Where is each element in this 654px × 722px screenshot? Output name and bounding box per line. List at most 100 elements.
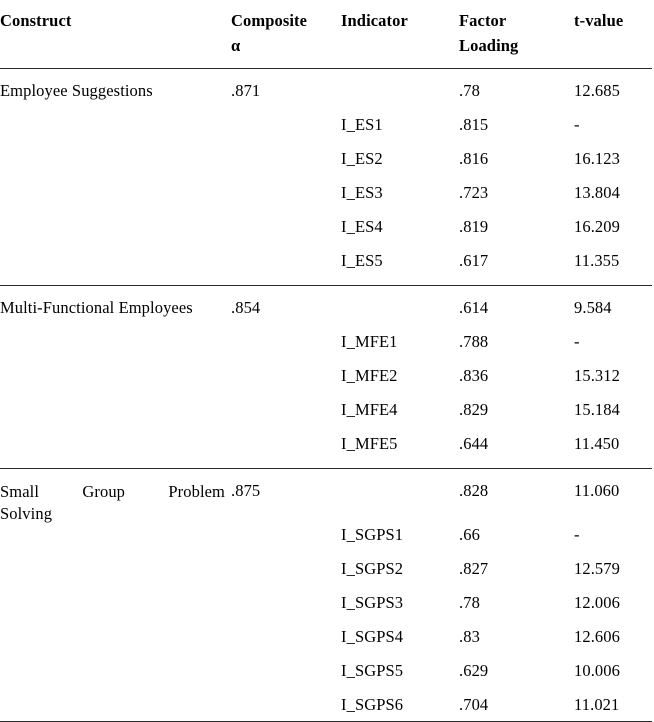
construct-name (0, 593, 231, 627)
factor-loading-value: .827 (459, 559, 489, 578)
construct-name (0, 115, 231, 149)
t-value: 16.123 (574, 149, 620, 168)
indicator-name: I_SGPS1 (341, 525, 404, 544)
indicator-name: I_MFE4 (341, 400, 398, 419)
factor-loading-value: .644 (459, 434, 489, 453)
indicator-name: I_ES1 (341, 115, 383, 134)
indicator-name: I_SGPS4 (341, 627, 404, 646)
column-header-factor-loading-label-line2: Loading (459, 36, 519, 55)
indicator-name: I_SGPS6 (341, 695, 459, 722)
composite-alpha-value (231, 149, 341, 183)
composite-alpha-value (231, 183, 341, 217)
construct-name (0, 661, 231, 695)
factor-loading-value: .815 (459, 115, 489, 134)
factor-loading-value: .83 (459, 627, 480, 646)
t-value: 11.021 (574, 695, 652, 722)
t-value: 10.006 (574, 661, 620, 680)
t-value: 16.209 (574, 217, 620, 236)
table-body: Employee Suggestions .871 .78 12.685 I_E… (0, 69, 652, 722)
column-header-factor-loading-label: Factor (459, 11, 507, 30)
indicator-name: I_ES2 (341, 149, 383, 168)
column-header-construct-label: Construct (0, 11, 72, 30)
composite-alpha-value (231, 695, 341, 722)
table-row: Multi-Functional Employees .854 .614 9.5… (0, 285, 652, 332)
column-header-composite-alpha-label: Composite (231, 11, 308, 30)
indicator-name (341, 285, 459, 332)
column-header-indicator-label: Indicator (341, 11, 408, 30)
t-value: - (574, 332, 580, 351)
table-row: I_ES5 .617 11.355 (0, 251, 652, 286)
indicator-name: I_MFE5 (341, 434, 398, 453)
composite-alpha-value (231, 217, 341, 251)
construct-name (0, 366, 231, 400)
column-header-composite-alpha-label-line2: α (231, 36, 241, 55)
t-value: 12.606 (574, 627, 620, 646)
construct-name: Employee Suggestions (0, 81, 153, 100)
t-value: - (574, 115, 580, 134)
indicator-name: I_MFE2 (341, 366, 398, 385)
column-header-composite-alpha: Composite α (231, 0, 341, 69)
measurement-model-table: Construct Composite α Indicator Factor L… (0, 0, 652, 722)
column-header-t-value: t-value (574, 0, 652, 69)
composite-alpha-value (231, 332, 341, 366)
indicator-name: I_MFE1 (341, 332, 398, 351)
factor-loading-value: .614 (459, 285, 574, 332)
table-row: I_SGPS5 .629 10.006 (0, 661, 652, 695)
indicator-name: I_SGPS5 (341, 661, 404, 680)
construct-name (0, 149, 231, 183)
construct-name (0, 525, 231, 559)
construct-name (0, 217, 231, 251)
factor-loading-value: .66 (459, 525, 480, 544)
construct-name: Multi-Functional Employees (0, 285, 231, 332)
factor-loading-value: .78 (459, 81, 480, 100)
table-row: I_SGPS1 .66 - (0, 525, 652, 559)
table-row: I_ES2 .816 16.123 (0, 149, 652, 183)
factor-loading-value: .78 (459, 593, 480, 612)
construct-name (0, 434, 231, 469)
column-header-construct: Construct (0, 0, 231, 69)
indicator-name: I_ES5 (341, 251, 383, 270)
construct-name (0, 627, 231, 661)
indicator-name: I_ES4 (341, 217, 383, 236)
table-row: I_SGPS6 .704 11.021 (0, 695, 652, 722)
composite-alpha-value: .854 (231, 285, 341, 332)
composite-alpha-value (231, 366, 341, 400)
table-header: Construct Composite α Indicator Factor L… (0, 0, 652, 69)
table-header-row: Construct Composite α Indicator Factor L… (0, 0, 652, 69)
column-header-indicator: Indicator (341, 0, 459, 69)
table-row: Small Group Problem Solving .875 .828 11.… (0, 468, 652, 525)
construct-name (0, 332, 231, 366)
indicator-name (341, 69, 459, 116)
t-value: 11.060 (574, 468, 652, 525)
composite-alpha-value (231, 115, 341, 149)
factor-loading-value: .788 (459, 332, 489, 351)
table-row: I_ES4 .819 16.209 (0, 217, 652, 251)
factor-loading-value: .704 (459, 695, 574, 722)
t-value: 12.579 (574, 559, 620, 578)
table-row: Employee Suggestions .871 .78 12.685 (0, 69, 652, 116)
t-value: 11.450 (574, 434, 620, 453)
construct-name (0, 695, 231, 722)
composite-alpha-value (231, 593, 341, 627)
t-value: 12.006 (574, 593, 620, 612)
t-value: 11.355 (574, 251, 620, 270)
t-value: 15.184 (574, 400, 620, 419)
factor-loading-value: .829 (459, 400, 489, 419)
t-value: 9.584 (574, 285, 652, 332)
factor-loading-value: .816 (459, 149, 489, 168)
table-row: I_MFE2 .836 15.312 (0, 366, 652, 400)
construct-name: Small Group Problem Solving (0, 468, 231, 525)
factor-loading-value: .617 (459, 251, 489, 270)
composite-alpha-value: .875 (231, 468, 341, 525)
t-value: 15.312 (574, 366, 620, 385)
table-row: I_MFE5 .644 11.450 (0, 434, 652, 469)
table-row: I_SGPS2 .827 12.579 (0, 559, 652, 593)
construct-name (0, 183, 231, 217)
column-header-t-value-label: t-value (574, 11, 624, 30)
composite-alpha-value (231, 559, 341, 593)
measurement-model-table-container: Construct Composite α Indicator Factor L… (0, 0, 654, 722)
construct-name-line1: Small Group Problem (0, 482, 225, 501)
composite-alpha-value (231, 627, 341, 661)
composite-alpha-value (231, 251, 341, 286)
table-row: I_SGPS3 .78 12.006 (0, 593, 652, 627)
